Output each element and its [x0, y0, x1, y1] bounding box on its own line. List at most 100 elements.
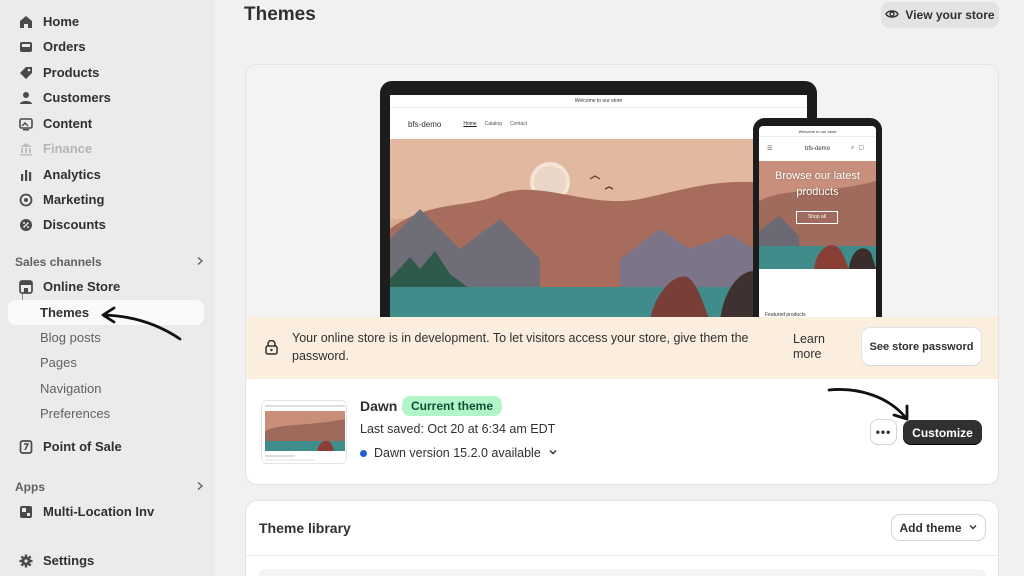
sidebar-item-blog-posts[interactable]: Blog posts	[8, 325, 204, 350]
sidebar-item-discounts[interactable]: Discounts	[8, 212, 204, 237]
see-store-password-button[interactable]: See store password	[862, 328, 981, 365]
person-icon	[18, 90, 34, 106]
sidebar-item-label: Pages	[40, 355, 77, 370]
phone-mockup: Welcome to our store ☰ bfs-demo ⌕▢ Brows…	[753, 118, 882, 328]
sidebar-item-label: Home	[43, 14, 80, 29]
sidebar-item-pages[interactable]: Pages	[8, 350, 204, 375]
menu-icon: ☰	[767, 146, 773, 152]
theme-thumbnail-image	[262, 401, 346, 463]
store-nav: Home Catalog Contact	[463, 121, 527, 127]
sidebar-item-label: Finance	[43, 141, 93, 156]
sidebar-item-preferences[interactable]: Preferences	[8, 401, 204, 426]
hero-heading: Browse our latest products	[775, 170, 860, 198]
sales-channels-header[interactable]: Sales channels	[15, 255, 205, 269]
store-header: bfs-demo Home Catalog Contact ⌕	[390, 109, 807, 139]
sidebar-item-settings[interactable]: Settings	[8, 548, 204, 573]
sidebar-item-label: Customers	[43, 90, 111, 105]
sidebar-item-online-store[interactable]: Online Store	[8, 274, 204, 299]
page-title: Themes	[244, 4, 316, 25]
sidebar-item-label: Discounts	[43, 217, 106, 232]
chevron-down-icon	[548, 446, 558, 460]
laptop-screen: Welcome to our store bfs-demo Home Catal…	[390, 95, 807, 321]
status-dot	[360, 449, 367, 457]
sidebar-item-label: Settings	[43, 553, 95, 568]
sidebar-item-finance[interactable]: Finance	[8, 136, 204, 161]
sidebar-item-point-of-sale[interactable]: Point of Sale	[8, 434, 204, 459]
lock-icon	[265, 339, 278, 360]
sidebar-item-customers[interactable]: Customers	[8, 85, 204, 110]
theme-library-title: Theme library	[259, 520, 351, 536]
current-theme-badge: Current theme	[402, 396, 503, 416]
store-announcement: Welcome to our store	[759, 126, 876, 137]
sidebar-item-label: Products	[43, 65, 100, 80]
current-theme-card: Welcome to our store bfs-demo Home Catal…	[245, 64, 999, 485]
sidebar-item-marketing[interactable]: Marketing	[8, 187, 204, 212]
sidebar-item-label: Content	[43, 116, 93, 131]
theme-name: Dawn	[360, 398, 398, 414]
sidebar-item-label: Multi-Location Inv	[43, 504, 155, 519]
sidebar-item-analytics[interactable]: Analytics	[8, 162, 204, 187]
add-theme-label: Add theme	[899, 520, 962, 535]
bank-icon	[18, 141, 34, 157]
add-theme-button[interactable]: Add theme	[892, 515, 985, 540]
more-actions-button[interactable]: •••	[871, 420, 896, 444]
target-icon	[18, 192, 34, 208]
store-nav-catalog: Catalog	[484, 121, 502, 127]
store-brand: bfs-demo	[804, 146, 830, 152]
inbox-icon	[18, 39, 34, 55]
store-announcement: Welcome to our store	[390, 95, 807, 108]
gear-icon	[18, 553, 34, 569]
hero-illustration	[390, 139, 807, 321]
bar-chart-icon	[18, 167, 34, 183]
sidebar-item-label: Marketing	[43, 192, 105, 207]
chevron-right-icon	[195, 480, 205, 494]
chevron-right-icon	[195, 255, 205, 269]
banner-message: Your online store is in development. To …	[292, 331, 749, 363]
app-icon	[18, 504, 34, 520]
version-available-dropdown[interactable]: Dawn version 15.2.0 available	[360, 446, 558, 460]
sidebar-item-label: Online Store	[43, 279, 121, 294]
tag-icon	[18, 65, 34, 81]
sidebar-item-multi-location-inv[interactable]: Multi-Location Inv	[8, 499, 204, 524]
phone-screen: Welcome to our store ☰ bfs-demo ⌕▢ Brows…	[759, 126, 876, 328]
library-row-placeholder	[259, 569, 986, 576]
cart-icon: ⌕▢	[850, 145, 868, 151]
view-store-label: View your store	[905, 8, 995, 22]
sidebar-item-label: Preferences	[40, 406, 111, 421]
sidebar-item-navigation[interactable]: Navigation	[8, 376, 204, 401]
home-icon	[18, 14, 34, 30]
sidebar-item-label: Orders	[43, 39, 86, 54]
sidebar: Home Orders Products Customers Content F…	[0, 0, 214, 576]
laptop-mockup: Welcome to our store bfs-demo Home Catal…	[380, 81, 817, 321]
section-heading: Sales channels	[15, 255, 102, 269]
sidebar-item-content[interactable]: Content	[8, 111, 204, 136]
theme-thumbnail[interactable]	[261, 400, 347, 464]
version-text: Dawn version 15.2.0 available	[374, 446, 541, 460]
pos-icon	[18, 439, 34, 455]
divider	[246, 555, 998, 556]
image-icon	[18, 116, 34, 132]
shop-all-button: Shop all	[796, 211, 838, 224]
learn-more-link[interactable]: Learn more	[793, 332, 843, 362]
sidebar-item-home[interactable]: Home	[8, 9, 204, 34]
sidebar-item-products[interactable]: Products	[8, 60, 204, 85]
chevron-down-icon	[968, 521, 978, 535]
theme-preview: Welcome to our store bfs-demo Home Catal…	[246, 65, 998, 328]
sidebar-item-label: Navigation	[40, 381, 102, 396]
sidebar-item-label: Point of Sale	[43, 439, 122, 454]
eye-icon	[885, 7, 900, 24]
sidebar-item-label: Analytics	[43, 167, 101, 182]
store-icon	[18, 279, 34, 295]
section-heading: Apps	[15, 480, 45, 494]
view-store-button[interactable]: View your store	[881, 2, 999, 28]
store-nav-home: Home	[463, 121, 477, 127]
sidebar-item-themes[interactable]: Themes	[8, 300, 204, 325]
sidebar-item-label: Blog posts	[40, 330, 101, 345]
store-nav-contact: Contact	[509, 121, 528, 127]
last-saved-text: Last saved: Oct 20 at 6:34 am EDT	[360, 422, 556, 436]
customize-button[interactable]: Customize	[903, 420, 982, 445]
sidebar-item-orders[interactable]: Orders	[8, 34, 204, 59]
sidebar-item-label: Themes	[40, 305, 90, 320]
discount-icon	[18, 217, 34, 233]
apps-header[interactable]: Apps	[15, 480, 205, 494]
